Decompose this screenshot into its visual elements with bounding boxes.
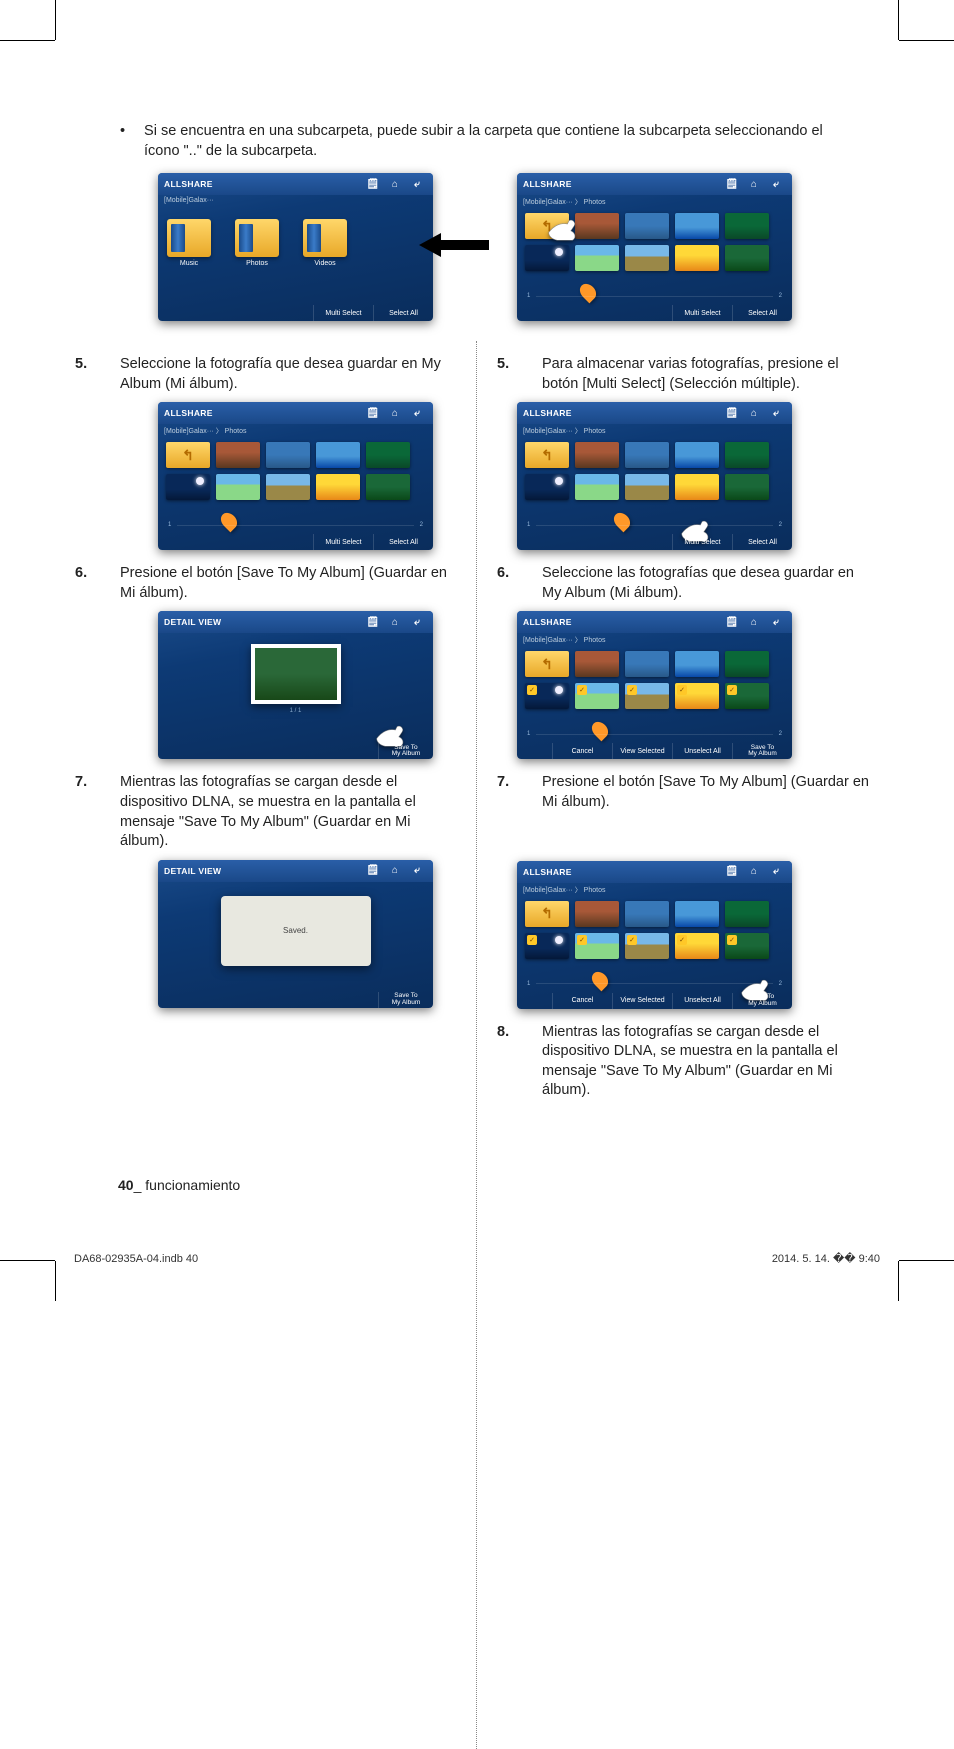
back-icon[interactable]: ⤶ — [407, 864, 427, 878]
note-icon[interactable]: 🗒 — [722, 865, 742, 879]
unselect-all-button[interactable]: Unselect All — [672, 743, 732, 759]
screenshot-l6: DETAIL VIEW🗒⌂⤶ 1 / 1 Save To My Album — [158, 611, 433, 759]
checkmark-icon: ✓ — [727, 685, 737, 695]
thumb[interactable] — [675, 245, 719, 271]
note-icon[interactable]: 🗒 — [363, 864, 383, 878]
screenshot-l7: DETAIL VIEW🗒⌂⤶ Saved. Save To My Album — [158, 860, 433, 1008]
multi-select-button[interactable]: Multi Select — [313, 305, 373, 321]
back-icon[interactable]: ⤶ — [766, 177, 786, 191]
back-icon[interactable]: ⤶ — [407, 406, 427, 420]
step-6-left: 6. Presione el botón [Save To My Album] … — [75, 564, 455, 603]
screenshot-l5: ALLSHARE🗒⌂⤶ [Mobile]Galax··· 〉 Photos ↰ … — [158, 402, 433, 550]
thumb[interactable] — [675, 213, 719, 239]
step-5-right: 5. Para almacenar varias fotografías, pr… — [497, 355, 877, 394]
multi-select-button[interactable]: Multi Select — [672, 305, 732, 321]
home-icon[interactable]: ⌂ — [744, 865, 764, 879]
hand-pointer-icon — [547, 217, 581, 243]
up-icon[interactable]: ↰ — [525, 901, 569, 927]
cat-photos[interactable]: Photos — [232, 260, 282, 267]
back-icon[interactable]: ⤶ — [407, 615, 427, 629]
note-icon[interactable]: 🗒 — [363, 406, 383, 420]
step-6-right: 6. Seleccione las fotografías que desea … — [497, 564, 877, 603]
home-icon[interactable]: ⌂ — [385, 406, 405, 420]
step-5-left: 5. Seleccione la fotografía que desea gu… — [75, 355, 455, 394]
back-icon[interactable]: ⤶ — [407, 177, 427, 191]
select-all-button[interactable]: Select All — [373, 534, 433, 550]
checkmark-icon: ✓ — [577, 935, 587, 945]
home-icon[interactable]: ⌂ — [744, 615, 764, 629]
step-7-right: 7. Presione el botón [Save To My Album] … — [497, 773, 877, 812]
view-selected-button[interactable]: View Selected — [612, 993, 672, 1009]
cancel-button[interactable]: Cancel — [552, 993, 612, 1009]
home-icon[interactable]: ⌂ — [385, 864, 405, 878]
note-icon[interactable]: 🗒 — [363, 615, 383, 629]
screenshot-r6: ALLSHARE🗒⌂⤶ [Mobile]Galax··· 〉 Photos ↰ … — [517, 611, 792, 759]
screenshot-r7: ALLSHARE🗒⌂⤶ [Mobile]Galax··· 〉 Photos ↰ … — [517, 861, 792, 1009]
cancel-button[interactable]: Cancel — [552, 743, 612, 759]
note-icon[interactable]: 🗒 — [363, 177, 383, 191]
up-icon[interactable]: ↰ — [166, 442, 210, 468]
checkmark-icon: ✓ — [677, 935, 687, 945]
checkmark-icon: ✓ — [627, 935, 637, 945]
cat-videos[interactable]: Videos — [300, 260, 350, 267]
thumb[interactable] — [575, 213, 619, 239]
step-7-left: 7. Mientras las fotografías se cargan de… — [75, 773, 455, 851]
note-icon[interactable]: 🗒 — [722, 615, 742, 629]
view-selected-button[interactable]: View Selected — [612, 743, 672, 759]
select-all-button[interactable]: Select All — [732, 534, 792, 550]
checkmark-icon: ✓ — [577, 685, 587, 695]
screenshot-r5: ALLSHARE🗒⌂⤶ [Mobile]Galax··· 〉 Photos ↰ … — [517, 402, 792, 550]
back-icon[interactable]: ⤶ — [766, 406, 786, 420]
cat-music[interactable]: Music — [164, 260, 214, 267]
breadcrumb: [Mobile]Galax··· — [158, 195, 433, 209]
detail-caption: 1 / 1 — [158, 708, 433, 714]
select-all-button[interactable]: Select All — [373, 305, 433, 321]
thumb[interactable] — [525, 245, 569, 271]
left-arrow-icon — [419, 233, 489, 262]
multi-select-button[interactable]: Multi Select — [313, 534, 373, 550]
checkmark-icon: ✓ — [527, 685, 537, 695]
save-to-album-button[interactable]: Save To My Album — [378, 743, 433, 759]
screen-title: ALLSHARE — [164, 179, 361, 189]
detail-photo — [251, 644, 341, 704]
save-to-album-button[interactable]: Save To My Album — [378, 992, 433, 1008]
select-all-button[interactable]: Select All — [732, 305, 792, 321]
indd-datetime: 2014. 5. 14. �� 9:40 — [772, 1252, 880, 1265]
multi-select-button[interactable]: Multi Select — [672, 534, 732, 550]
home-icon[interactable]: ⌂ — [744, 406, 764, 420]
back-icon[interactable]: ⤶ — [766, 615, 786, 629]
checkmark-icon: ✓ — [527, 935, 537, 945]
screenshot-photos-tap: ALLSHARE 🗒 ⌂ ⤶ [Mobile]Galax··· 〉 Photos… — [517, 173, 792, 321]
checkmark-icon: ✓ — [727, 935, 737, 945]
checkmark-icon: ✓ — [627, 685, 637, 695]
up-icon[interactable]: ↰ — [525, 442, 569, 468]
step-8-right: 8. Mientras las fotografías se cargan de… — [497, 1023, 877, 1101]
note-icon[interactable]: 🗒 — [722, 406, 742, 420]
thumb[interactable] — [625, 213, 669, 239]
thumb[interactable] — [725, 213, 769, 239]
save-to-album-button[interactable]: Save To My Album — [732, 743, 792, 759]
back-icon[interactable]: ⤶ — [766, 865, 786, 879]
section-name: funcionamiento — [145, 1177, 240, 1193]
thumb[interactable] — [575, 245, 619, 271]
bullet-dot: • — [120, 122, 140, 142]
thumb[interactable] — [725, 245, 769, 271]
note-icon[interactable]: 🗒 — [722, 177, 742, 191]
save-to-album-button[interactable]: Save To My Album — [732, 993, 792, 1009]
home-icon[interactable]: ⌂ — [744, 177, 764, 191]
page-footer: 40_ funcionamiento — [118, 1177, 240, 1193]
saved-message: Saved. — [221, 896, 371, 966]
unselect-all-button[interactable]: Unselect All — [672, 993, 732, 1009]
up-icon[interactable]: ↰ — [525, 651, 569, 677]
page-number: 40 — [118, 1177, 134, 1193]
intro-text: Si se encuentra en una subcarpeta, puede… — [144, 122, 844, 161]
thumb[interactable] — [625, 245, 669, 271]
home-icon[interactable]: ⌂ — [385, 615, 405, 629]
screenshot-categories: ALLSHARE 🗒 ⌂ ⤶ [Mobile]Galax··· Music Ph… — [158, 173, 433, 321]
home-icon[interactable]: ⌂ — [385, 177, 405, 191]
indd-filename: DA68-02935A-04.indb 40 — [74, 1253, 198, 1265]
intro-bullet: • Si se encuentra en una subcarpeta, pue… — [120, 122, 879, 161]
checkmark-icon: ✓ — [677, 685, 687, 695]
